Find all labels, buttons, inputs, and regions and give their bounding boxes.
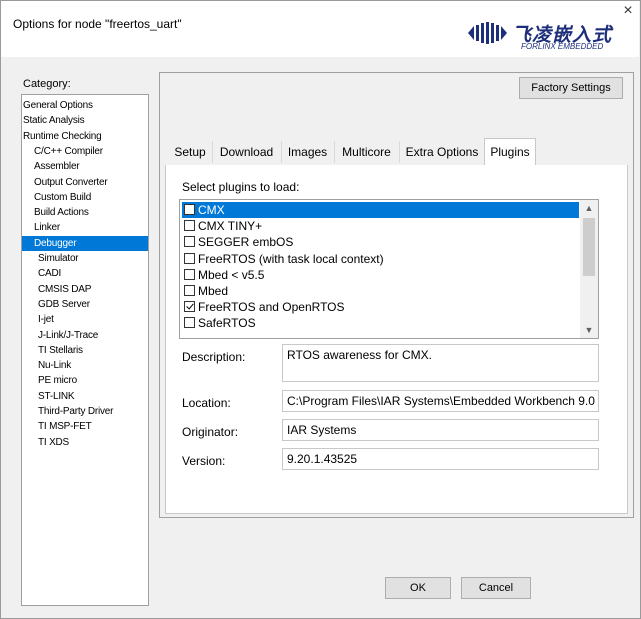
- category-item[interactable]: TI Stellaris: [22, 343, 148, 358]
- category-list[interactable]: General Options Static Analysis Runtime Ch…: [21, 94, 149, 606]
- factory-settings-button[interactable]: Factory Settings: [519, 77, 623, 99]
- tab-plugins[interactable]: Plugins: [484, 138, 536, 166]
- tab-separator: [281, 141, 282, 163]
- checkbox-icon[interactable]: [184, 220, 195, 232]
- plugin-label: Mbed: [198, 284, 229, 298]
- category-item[interactable]: Debugger: [22, 235, 148, 251]
- checkbox-icon[interactable]: [184, 204, 195, 215]
- category-item[interactable]: Third-Party Driver: [22, 404, 148, 419]
- version-field: 9.20.1.43525: [282, 448, 599, 470]
- plugin-item[interactable]: CMX: [182, 202, 579, 218]
- category-item[interactable]: Static Analysis: [22, 113, 148, 128]
- version-label: Version:: [182, 454, 226, 468]
- category-label: Category:: [23, 78, 71, 90]
- plugin-label: SEGGER embOS: [198, 235, 294, 250]
- category-item[interactable]: Linker: [22, 220, 148, 235]
- tab-separator: [334, 141, 335, 163]
- plugin-label: FreeRTOS (with task local context): [198, 251, 384, 266]
- checkbox-icon[interactable]: [184, 268, 195, 280]
- plugin-label: CMX: [198, 203, 225, 217]
- checkbox-checked-icon[interactable]: [184, 301, 195, 313]
- category-item[interactable]: Output Converter: [22, 175, 148, 190]
- category-item[interactable]: TI XDS: [22, 435, 148, 450]
- tab-setup[interactable]: Setup: [169, 141, 211, 165]
- checkbox-icon[interactable]: [184, 285, 195, 296]
- checkbox-icon[interactable]: [184, 252, 195, 264]
- scroll-down-icon[interactable]: ▼: [580, 322, 598, 338]
- plugin-item[interactable]: Mbed: [182, 283, 579, 299]
- plugin-label: Mbed < v5.5: [198, 267, 265, 282]
- category-item[interactable]: CMSIS DAP: [22, 282, 148, 297]
- close-icon[interactable]: ×: [617, 1, 639, 23]
- category-item[interactable]: TI MSP-FET: [22, 419, 148, 434]
- plugins-heading: Select plugins to load:: [182, 180, 300, 194]
- tab-extra-options[interactable]: Extra Options: [400, 141, 484, 165]
- checkbox-icon[interactable]: [184, 236, 195, 248]
- category-item[interactable]: Runtime Checking: [22, 129, 148, 144]
- plugin-item[interactable]: FreeRTOS and OpenRTOS: [182, 299, 579, 315]
- category-item[interactable]: CADI: [22, 266, 148, 281]
- logo-text-en: FORLINX EMBEDDED: [521, 42, 604, 51]
- description-field: RTOS awareness for CMX.: [282, 344, 599, 382]
- tab-download[interactable]: Download: [213, 141, 280, 165]
- category-item[interactable]: C/C++ Compiler: [22, 144, 148, 159]
- tab-separator: [399, 141, 400, 163]
- plugins-scrollbar[interactable]: ▲ ▼: [580, 200, 598, 338]
- category-item[interactable]: Custom Build: [22, 190, 148, 205]
- cancel-button[interactable]: Cancel: [461, 577, 531, 599]
- plugin-item[interactable]: Mbed < v5.5: [182, 267, 579, 283]
- plugin-item[interactable]: SafeRTOS: [182, 315, 579, 331]
- plugin-item[interactable]: SEGGER embOS: [182, 234, 579, 250]
- plugin-label: CMX TINY+: [198, 219, 263, 234]
- tab-multicore[interactable]: Multicore: [335, 141, 398, 165]
- location-field: C:\Program Files\IAR Systems\Embedded Wo…: [282, 390, 599, 412]
- category-item[interactable]: General Options: [22, 98, 148, 113]
- category-item[interactable]: PE micro: [22, 373, 148, 388]
- description-label: Description:: [182, 350, 246, 364]
- plugin-label: SafeRTOS: [198, 316, 256, 331]
- plugin-item[interactable]: FreeRTOS (with task local context): [182, 251, 579, 267]
- category-item[interactable]: I-jet: [22, 312, 148, 327]
- checkbox-icon[interactable]: [184, 317, 195, 329]
- scroll-thumb[interactable]: [583, 218, 595, 276]
- category-item[interactable]: Nu-Link: [22, 358, 148, 373]
- forlinx-logo-icon: [468, 22, 507, 44]
- category-item[interactable]: Build Actions: [22, 205, 148, 220]
- location-label: Location:: [182, 396, 231, 410]
- category-item[interactable]: Assembler: [22, 159, 148, 174]
- category-item[interactable]: GDB Server: [22, 297, 148, 312]
- plugin-item[interactable]: CMX TINY+: [182, 218, 579, 234]
- category-item[interactable]: Simulator: [22, 251, 148, 266]
- category-item[interactable]: ST-LINK: [22, 389, 148, 404]
- scroll-up-icon[interactable]: ▲: [580, 200, 598, 216]
- tab-separator: [212, 141, 213, 163]
- window-title: Options for node "freertos_uart": [13, 17, 182, 31]
- plugins-list[interactable]: CMX CMX TINY+ SEGGER embOS FreeRTOS (with t…: [179, 199, 599, 339]
- plugin-label: FreeRTOS and OpenRTOS: [198, 300, 345, 315]
- category-item[interactable]: J-Link/J-Trace: [22, 328, 148, 343]
- originator-label: Originator:: [182, 425, 239, 439]
- ok-button[interactable]: OK: [385, 577, 451, 599]
- tab-images[interactable]: Images: [282, 141, 333, 165]
- originator-field: IAR Systems: [282, 419, 599, 441]
